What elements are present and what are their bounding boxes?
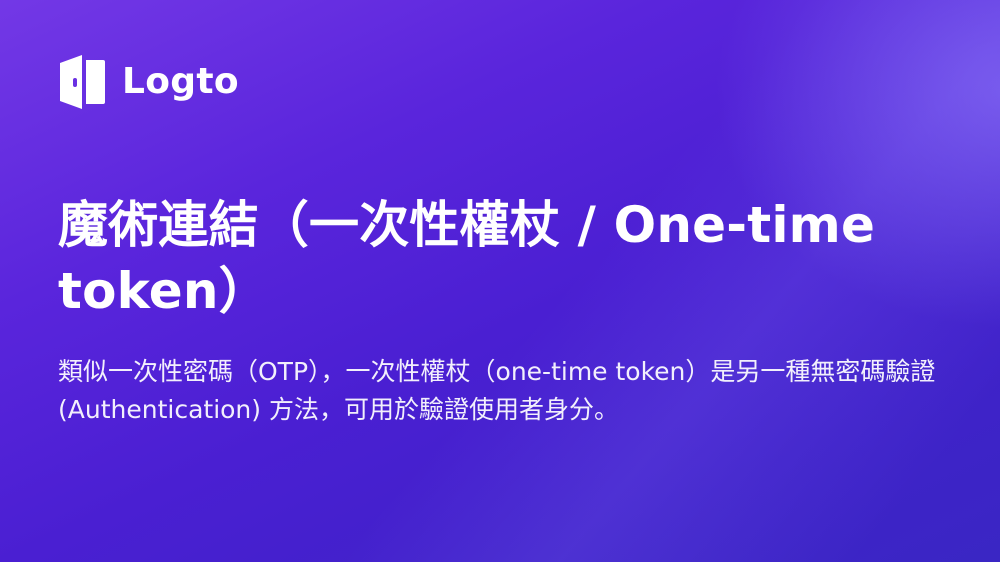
brand-name: Logto <box>122 61 239 102</box>
page-subtitle: 類似一次性密碼（OTP），一次性權杖（one-time token）是另一種無密… <box>58 357 936 424</box>
logto-door-icon <box>60 55 105 109</box>
page-title: 魔術連結（一次性權杖 / One-time token） <box>58 196 876 320</box>
brand-logo: Logto <box>58 54 239 110</box>
